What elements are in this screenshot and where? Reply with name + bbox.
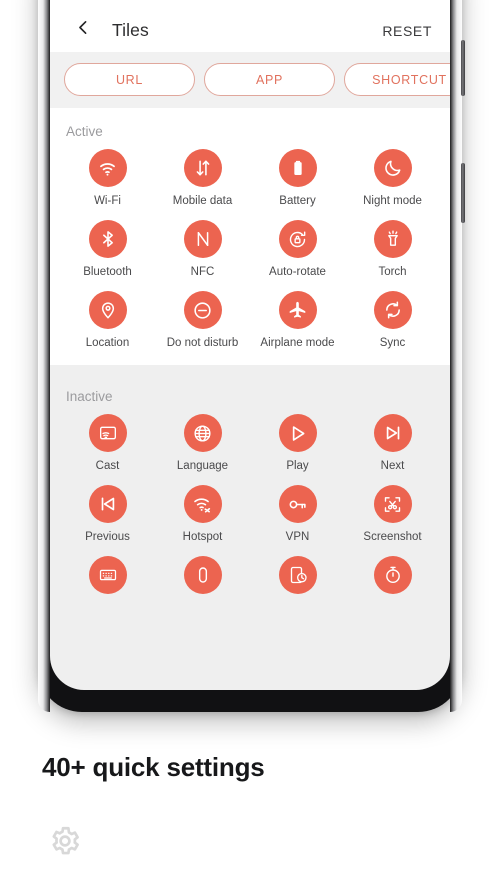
device-left-edge xyxy=(38,0,50,712)
nfc-icon xyxy=(183,220,222,258)
tile-airplane-mode[interactable]: Airplane mode xyxy=(250,291,345,349)
phone-screen: Tiles RESET URL APP SHORTCUT Active Wi-F… xyxy=(50,0,450,690)
page-title: Tiles xyxy=(112,20,149,40)
segment-url[interactable]: URL xyxy=(64,63,195,96)
torch-icon xyxy=(373,220,412,258)
mobile-data-icon xyxy=(183,149,222,187)
tile-wifi[interactable]: Wi-Fi xyxy=(60,149,155,207)
tile-location[interactable]: Location xyxy=(60,291,155,349)
tile-label: Mobile data xyxy=(172,195,233,207)
tile-screen-timeout[interactable] xyxy=(250,556,345,602)
back-button[interactable] xyxy=(68,12,98,42)
do-not-disturb-icon xyxy=(183,291,222,329)
tile-screenshot[interactable]: Screenshot xyxy=(345,485,440,543)
segment-app[interactable]: APP xyxy=(204,63,335,96)
reset-button[interactable]: RESET xyxy=(382,23,432,42)
tile-label: Auto-rotate xyxy=(269,266,326,278)
tile-hotspot[interactable]: Hotspot xyxy=(155,485,250,543)
tile-label: Language xyxy=(176,460,229,472)
tile-label: Torch xyxy=(378,266,407,278)
app-header: Tiles RESET xyxy=(50,0,450,52)
tile-grid-inactive: Cast Language Play Next Previous Hotspot… xyxy=(50,414,450,602)
section-label-inactive: Inactive xyxy=(66,389,113,404)
hotspot-icon xyxy=(183,485,222,523)
key-icon xyxy=(278,485,317,523)
screenshot-icon xyxy=(373,485,412,523)
tile-label: Battery xyxy=(279,195,316,207)
airplane-icon xyxy=(278,291,317,329)
play-icon xyxy=(278,414,317,452)
tile-capsule[interactable] xyxy=(155,556,250,602)
tile-label: Screenshot xyxy=(363,531,422,543)
auto-rotate-icon xyxy=(278,220,317,258)
capsule-icon xyxy=(183,556,222,594)
tile-label: Next xyxy=(380,460,405,472)
segment-shortcut[interactable]: SHORTCUT xyxy=(344,63,450,96)
tile-play[interactable]: Play xyxy=(250,414,345,472)
tile-keyboard[interactable] xyxy=(60,556,155,602)
caption-headline: 40+ quick settings xyxy=(42,752,265,782)
tile-label: Wi-Fi xyxy=(94,195,121,207)
segment-bar: URL APP SHORTCUT xyxy=(50,52,450,108)
screenshot-root: Tiles RESET URL APP SHORTCUT Active Wi-F… xyxy=(0,0,500,889)
gear-icon xyxy=(48,824,82,858)
tile-mobile-data[interactable]: Mobile data xyxy=(155,149,250,207)
device-right-edge xyxy=(450,0,462,712)
screen-timeout-icon xyxy=(278,556,317,594)
tile-label: Cast xyxy=(95,460,120,472)
tile-label: Play xyxy=(286,460,309,472)
bluetooth-icon xyxy=(88,220,127,258)
tile-sync[interactable]: Sync xyxy=(345,291,440,349)
section-inactive: Inactive Cast Language Play Next Previou… xyxy=(50,373,450,612)
sync-icon xyxy=(373,291,412,329)
chevron-left-icon xyxy=(75,19,92,36)
tile-stopwatch[interactable] xyxy=(345,556,440,602)
section-label-active: Active xyxy=(66,124,103,139)
tile-bluetooth[interactable]: Bluetooth xyxy=(60,220,155,278)
tile-label: Do not disturb xyxy=(166,337,239,349)
skip-next-icon xyxy=(373,414,412,452)
section-active: Active Wi-Fi Mobile data Battery Night m… xyxy=(50,108,450,365)
tile-grid-active: Wi-Fi Mobile data Battery Night mode Blu… xyxy=(50,149,450,349)
tile-label: Night mode xyxy=(363,195,422,207)
skip-previous-icon xyxy=(88,485,127,523)
tile-label: Location xyxy=(85,337,130,349)
moon-icon xyxy=(373,149,412,187)
tile-do-not-disturb[interactable]: Do not disturb xyxy=(155,291,250,349)
tile-language[interactable]: Language xyxy=(155,414,250,472)
tile-label: Sync xyxy=(379,337,406,349)
wifi-icon xyxy=(88,149,127,187)
tile-previous[interactable]: Previous xyxy=(60,485,155,543)
location-pin-icon xyxy=(88,291,127,329)
tile-label: Hotspot xyxy=(182,531,223,543)
tile-battery[interactable]: Battery xyxy=(250,149,345,207)
tile-night-mode[interactable]: Night mode xyxy=(345,149,440,207)
keyboard-icon xyxy=(88,556,127,594)
power-button[interactable] xyxy=(461,163,465,223)
tile-label: Bluetooth xyxy=(83,266,132,278)
tile-label: NFC xyxy=(190,266,215,278)
volume-button[interactable] xyxy=(461,40,465,96)
tile-auto-rotate[interactable]: Auto-rotate xyxy=(250,220,345,278)
section-divider xyxy=(50,365,450,373)
tile-label: Previous xyxy=(85,531,130,543)
phone-device-frame: Tiles RESET URL APP SHORTCUT Active Wi-F… xyxy=(38,0,465,712)
tile-next[interactable]: Next xyxy=(345,414,440,472)
globe-icon xyxy=(183,414,222,452)
tile-label: Airplane mode xyxy=(260,337,335,349)
tile-torch[interactable]: Torch xyxy=(345,220,440,278)
tile-cast[interactable]: Cast xyxy=(60,414,155,472)
tile-label: VPN xyxy=(285,531,310,543)
stopwatch-icon xyxy=(373,556,412,594)
tile-nfc[interactable]: NFC xyxy=(155,220,250,278)
cast-icon xyxy=(88,414,127,452)
tile-vpn[interactable]: VPN xyxy=(250,485,345,543)
battery-icon xyxy=(278,149,317,187)
